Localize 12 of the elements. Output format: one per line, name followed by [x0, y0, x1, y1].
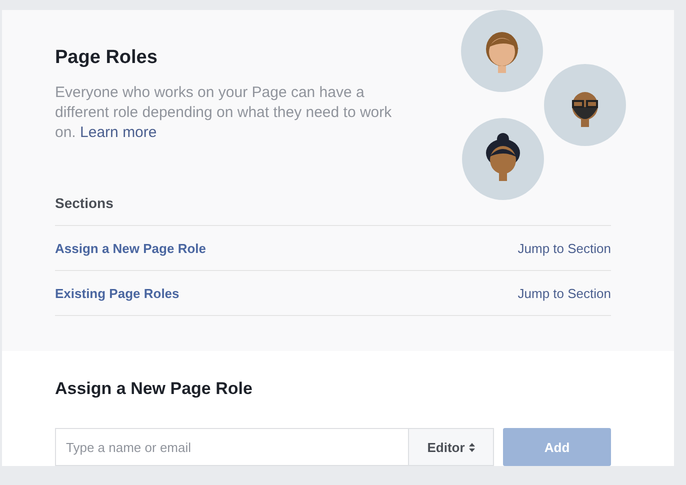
section-link[interactable]: Existing Page Roles	[55, 286, 180, 300]
jump-to-section-link[interactable]: Jump to Section	[518, 286, 611, 300]
sections-heading: Sections	[55, 195, 114, 211]
page-description: Everyone who works on your Page can have a different role depending on what they need to work on. Learn more	[55, 83, 393, 143]
jump-to-section-link[interactable]: Jump to Section	[518, 240, 611, 256]
role-dropdown[interactable]: Editor	[408, 429, 493, 465]
learn-more-link[interactable]: Learn more	[80, 124, 157, 141]
section-link[interactable]: Assign a New Page Role	[55, 240, 206, 256]
section-heading: Assign a New Page Role	[55, 379, 254, 399]
name-or-email-field[interactable]: Type a name or email Editor	[55, 428, 494, 466]
page-title: Page Roles	[55, 47, 158, 69]
sort-arrows-icon	[468, 442, 475, 452]
